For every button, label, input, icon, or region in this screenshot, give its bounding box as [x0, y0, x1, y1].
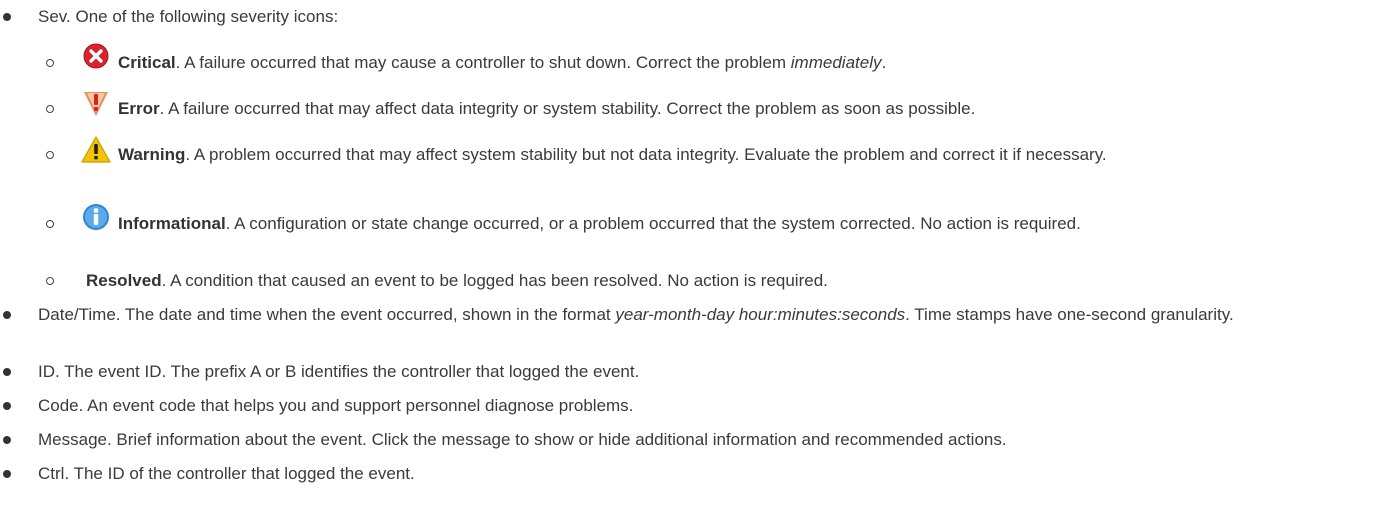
id-text: ID. The event ID. The prefix A or B iden…	[38, 362, 640, 381]
circle-bullet	[46, 105, 54, 113]
critical-icon	[81, 42, 113, 74]
severity-label: Critical	[118, 53, 176, 72]
bullet	[3, 303, 13, 326]
message-text: Message. Brief information about the eve…	[38, 430, 1007, 449]
severity-item-critical: Critical. A failure occurred that may ca…	[46, 43, 1364, 74]
info-icon	[81, 203, 113, 235]
severity-item-informational: Informational. A configuration or state …	[46, 204, 1364, 235]
list-item-sev: Sev. One of the following severity icons…	[3, 5, 1364, 28]
datetime-text-after: . Time stamps have one-second granularit…	[905, 305, 1234, 324]
severity-label: Error	[118, 99, 160, 118]
list-item-ctrl: Ctrl. The ID of the controller that logg…	[3, 462, 1364, 485]
circle-bullet	[46, 151, 54, 159]
severity-label: Warning	[118, 145, 186, 164]
list-item-code: Code. An event code that helps you and s…	[3, 394, 1364, 417]
severity-item-error: Error. A failure occurred that may affec…	[46, 92, 1364, 120]
severity-description: . A condition that caused an event to be…	[161, 271, 828, 290]
severity-label: Informational	[118, 214, 226, 233]
error-icon	[81, 88, 113, 120]
bullet	[3, 428, 13, 451]
bullet	[3, 5, 13, 28]
list-item-message: Message. Brief information about the eve…	[3, 428, 1364, 451]
severity-description: . A failure occurred that may cause a co…	[175, 53, 791, 72]
severity-item-warning: Warning. A problem occurred that may aff…	[46, 136, 1364, 166]
emphasis-text: immediately	[790, 53, 882, 72]
code-text: Code. An event code that helps you and s…	[38, 396, 634, 415]
sev-text: Sev. One of the following severity icons…	[38, 7, 339, 26]
bullet	[3, 462, 13, 485]
warning-icon	[81, 134, 113, 166]
list-item-datetime: Date/Time. The date and time when the ev…	[3, 303, 1364, 326]
circle-bullet	[46, 277, 54, 285]
severity-item-resolved: Resolved. A condition that caused an eve…	[46, 269, 1364, 292]
severity-description: . A failure occurred that may affect dat…	[159, 99, 976, 118]
datetime-format: year-month-day hour:minutes:seconds	[615, 305, 906, 324]
datetime-text: Date/Time. The date and time when the ev…	[38, 305, 616, 324]
bullet	[3, 394, 13, 417]
severity-description: . A configuration or state change occurr…	[225, 214, 1081, 233]
bullet	[3, 360, 13, 383]
severity-description: . A problem occurred that may affect sys…	[185, 145, 1107, 164]
punctuation: .	[881, 53, 887, 72]
circle-bullet	[46, 220, 54, 228]
circle-bullet	[46, 59, 54, 67]
list-item-id: ID. The event ID. The prefix A or B iden…	[3, 360, 1364, 383]
ctrl-text: Ctrl. The ID of the controller that logg…	[38, 464, 415, 483]
severity-label: Resolved	[86, 271, 162, 290]
